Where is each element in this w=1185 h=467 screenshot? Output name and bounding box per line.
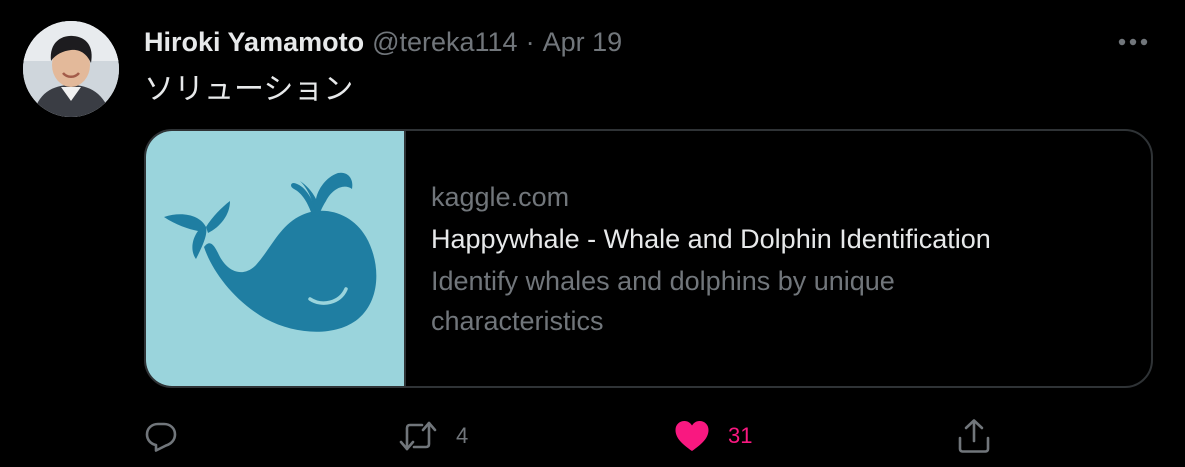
like-button[interactable]: 31 <box>674 416 752 456</box>
whale-logo-icon <box>164 172 377 332</box>
card-domain: kaggle.com <box>431 182 570 212</box>
more-dots-icon <box>1118 38 1148 46</box>
like-count: 31 <box>728 423 753 448</box>
tweet-text: ソリューション <box>144 72 354 107</box>
retweet-button[interactable]: 4 <box>398 416 468 456</box>
card-description: Identify whales and dolphins by unique c… <box>431 266 895 336</box>
separator-dot: · <box>525 26 535 57</box>
card-title[interactable]: Happywhale - Whale and Dolphin Identific… <box>431 217 1121 261</box>
display-name[interactable]: Hiroki Yamamoto <box>144 27 364 58</box>
username-handle[interactable]: @tereka114 <box>372 27 518 58</box>
card-thumbnail <box>146 131 406 386</box>
card-body: kaggle.com Happywhale - Whale and Dolphi… <box>431 177 1121 341</box>
link-preview-card[interactable]: kaggle.com Happywhale - Whale and Dolphi… <box>144 129 1153 388</box>
share-button[interactable] <box>957 416 991 456</box>
avatar[interactable] <box>23 21 119 117</box>
share-icon <box>958 419 990 453</box>
tweet-date[interactable]: Apr 19 <box>543 27 623 58</box>
retweet-count: 4 <box>456 423 469 448</box>
heart-icon <box>675 421 709 451</box>
tweet-header: Hiroki Yamamoto @tereka114 · Apr 19 <box>144 24 622 60</box>
tweet-actions: 4 31 <box>0 408 1185 464</box>
tweet[interactable]: Hiroki Yamamoto @tereka114 · Apr 19 ソリュー… <box>0 0 1185 467</box>
avatar-photo <box>23 21 119 117</box>
reply-icon <box>145 422 177 452</box>
retweet-icon <box>399 421 437 451</box>
reply-button[interactable] <box>144 416 178 456</box>
more-options-button[interactable] <box>1115 28 1151 56</box>
